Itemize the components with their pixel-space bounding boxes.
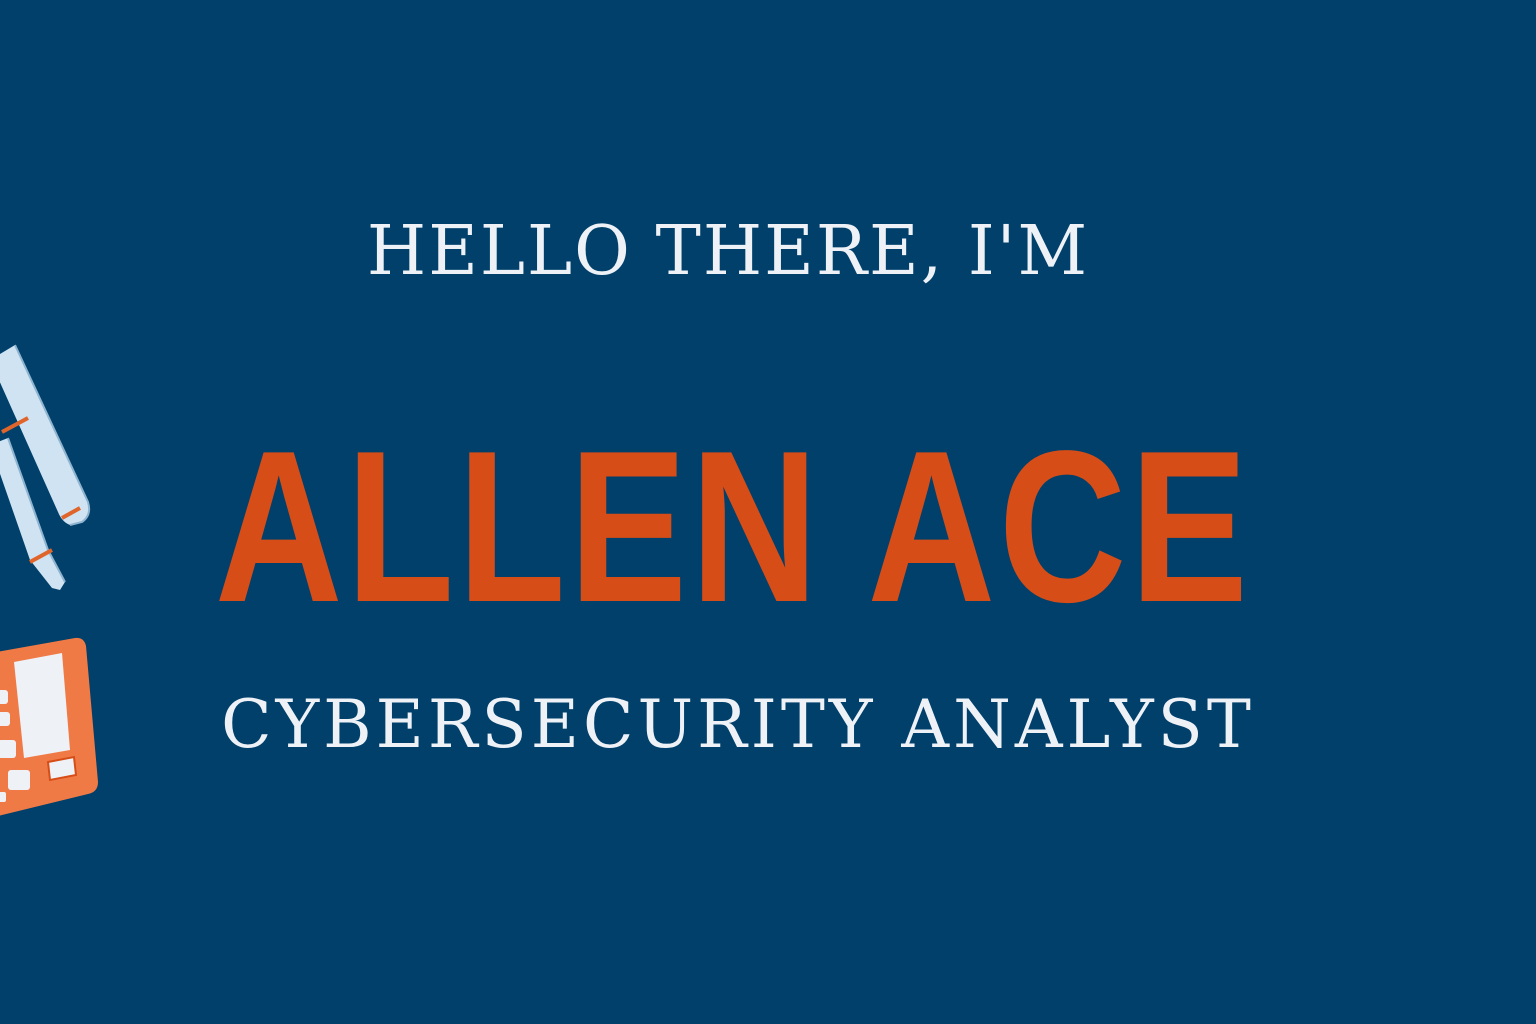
greeting-text: HELLO THERE, I'M — [366, 212, 1090, 291]
hero-banner: HELLO THERE, I'M ALLEN ACE CYBERSECURITY… — [0, 0, 1536, 1024]
role-subtitle: CYBERSECURITY ANALYST — [221, 686, 1255, 763]
name-heading: ALLEN ACE — [214, 405, 1252, 647]
